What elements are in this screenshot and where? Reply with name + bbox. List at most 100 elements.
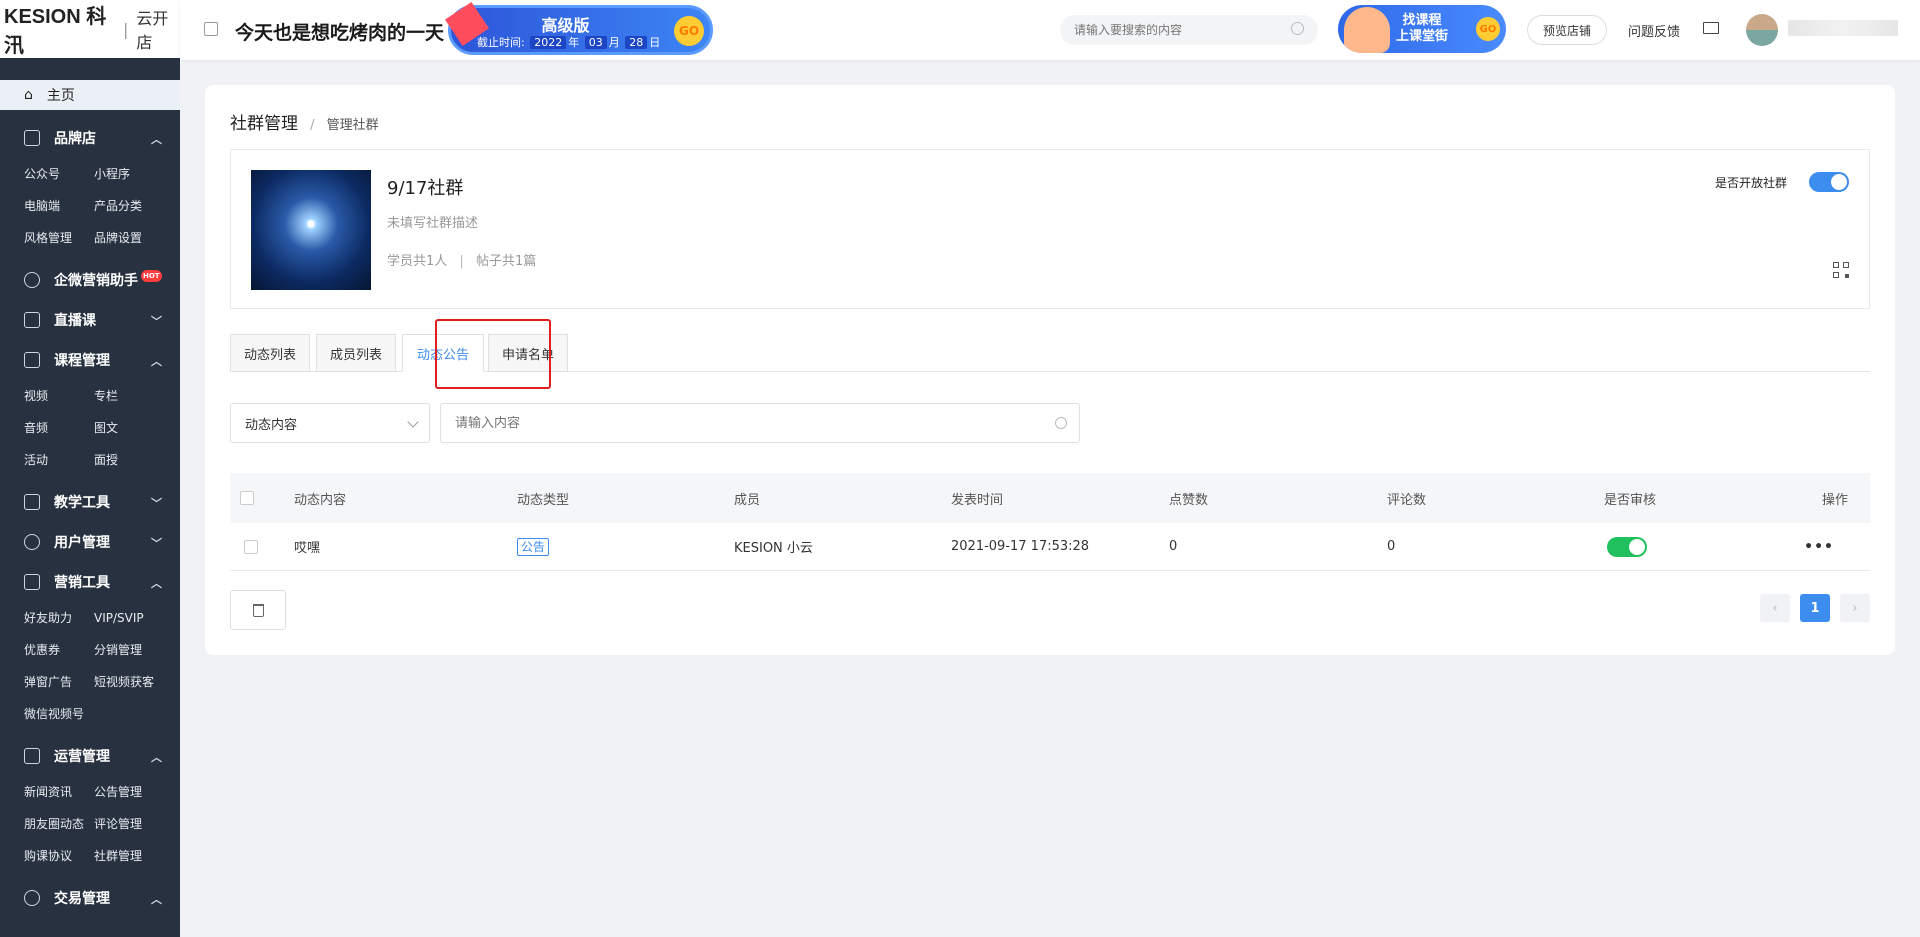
store-title: 今天也是想吃烤肉的一天 xyxy=(235,22,445,44)
next-page-button[interactable]: › xyxy=(1840,594,1870,622)
sidebar-group-label: 品牌店 xyxy=(54,131,96,147)
course-street-banner[interactable]: 找课程 上课堂街 GO xyxy=(1338,5,1506,53)
sidebar-item-article[interactable]: 图文 xyxy=(94,412,164,444)
delete-button[interactable] xyxy=(230,590,286,630)
sidebar-item-moments[interactable]: 朋友圈动态 xyxy=(24,808,94,840)
breadcrumb-root[interactable]: 社群管理 xyxy=(230,114,298,134)
sidebar-item-wechat-channel[interactable]: 微信视频号 xyxy=(24,698,94,730)
sidebar-item-product-category[interactable]: 产品分类 xyxy=(94,190,164,222)
sidebar-item-style[interactable]: 风格管理 xyxy=(24,222,94,254)
sidebar-item-vip[interactable]: VIP/SVIP xyxy=(94,602,164,634)
sidebar: KESION 科汛 | 云开店 ⌂ 主页 品牌店 ︿ 公众号 小程序 电脑端 产… xyxy=(0,0,180,937)
preview-store-button[interactable]: 预览店铺 xyxy=(1527,15,1607,45)
sidebar-item-short-video[interactable]: 短视频获客 xyxy=(94,666,164,698)
sidebar-item-video[interactable]: 视频 xyxy=(24,380,94,412)
search-icon[interactable] xyxy=(1055,417,1067,429)
post-count: 帖子共1篇 xyxy=(475,254,537,269)
course-go-button[interactable]: GO xyxy=(1476,17,1500,41)
row-likes: 0 xyxy=(1169,539,1178,554)
filter-search xyxy=(440,403,1080,443)
sidebar-item-official-account[interactable]: 公众号 xyxy=(24,158,94,190)
sidebar-item-agreement[interactable]: 购课协议 xyxy=(24,840,94,872)
sidebar-item-brand-settings[interactable]: 品牌设置 xyxy=(94,222,164,254)
logo-brand: KESION 科汛 xyxy=(4,6,107,57)
chat-icon xyxy=(24,272,40,288)
sidebar-item-distribution[interactable]: 分销管理 xyxy=(94,634,164,666)
pro-edition-banner[interactable]: 高级版 截止时间: 2022 年 03 月 28 日 GO xyxy=(445,2,713,55)
sidebar-group-wecom-assistant[interactable]: 企微营销助手 HOT xyxy=(0,260,180,300)
search-icon[interactable] xyxy=(1291,22,1304,35)
col-comments: 评论数 xyxy=(1387,492,1427,508)
sidebar-item-coupon[interactable]: 优惠券 xyxy=(24,634,94,666)
dynamic-table: 动态内容 动态类型 成员 发表时间 点赞数 评论数 是否审核 操作 哎嘿 公告 … xyxy=(230,473,1870,571)
expire-year: 2022 xyxy=(530,36,567,49)
tab-dynamic-list[interactable]: 动态列表 xyxy=(230,334,310,372)
sidebar-group-operations[interactable]: 运营管理 ︿ xyxy=(0,736,180,776)
mascot-icon xyxy=(1344,7,1390,53)
community-desc: 未填写社群描述 xyxy=(387,216,479,231)
prev-page-button[interactable]: ‹ xyxy=(1760,594,1790,622)
qr-corner xyxy=(1845,274,1849,278)
col-approved: 是否审核 xyxy=(1604,492,1657,508)
sidebar-group-label: 直播课 xyxy=(54,313,96,329)
table-row: 哎嘿 公告 KESION 小云 2021-09-17 17:53:28 0 0 … xyxy=(230,523,1870,571)
col-likes: 点赞数 xyxy=(1169,492,1209,508)
sidebar-group-marketing[interactable]: 营销工具 ︿ xyxy=(0,562,180,602)
sidebar-group-live[interactable]: 直播课 ﹀ xyxy=(0,300,180,340)
sidebar-item-news[interactable]: 新闻资讯 xyxy=(24,776,94,808)
qrcode-icon[interactable] xyxy=(1833,262,1849,278)
community-cover-image xyxy=(251,170,371,290)
header-search-input[interactable] xyxy=(1074,23,1284,37)
more-actions-icon[interactable]: ••• xyxy=(1804,539,1834,555)
sidebar-item-notice[interactable]: 公告管理 xyxy=(94,776,164,808)
row-checkbox[interactable] xyxy=(244,539,258,554)
sidebar-group-trade[interactable]: 交易管理 ︿ xyxy=(0,878,180,918)
select-all-checkbox[interactable] xyxy=(240,491,254,505)
sidebar-item-label: 主页 xyxy=(46,88,75,104)
col-type: 动态类型 xyxy=(517,492,570,508)
sidebar-item-offline[interactable]: 面授 xyxy=(94,444,164,476)
sidebar-item-home[interactable]: ⌂ 主页 xyxy=(0,80,180,110)
user-name-blurred[interactable] xyxy=(1788,20,1898,36)
pagination: ‹ 1 › xyxy=(1760,594,1870,622)
sidebar-group-brand-store[interactable]: 品牌店 ︿ xyxy=(0,118,180,158)
expire-day: 28 xyxy=(625,36,648,49)
community-name: 9/17社群 xyxy=(387,178,464,199)
filter-search-input[interactable] xyxy=(455,415,1035,431)
chevron-down-icon xyxy=(407,416,419,428)
table-header: 动态内容 动态类型 成员 发表时间 点赞数 评论数 是否审核 操作 xyxy=(230,473,1870,523)
filter-field-select[interactable]: 动态内容 xyxy=(230,403,430,443)
sidebar-item-column[interactable]: 专栏 xyxy=(94,380,164,412)
top-header: 今天也是想吃烤肉的一天 高级版 截止时间: 2022年 03月 28日 GO 找… xyxy=(180,0,1920,60)
tab-member-list[interactable]: 成员列表 xyxy=(316,334,396,372)
approve-toggle[interactable] xyxy=(1607,537,1647,557)
open-community-toggle[interactable] xyxy=(1809,172,1849,192)
sidebar-group-course[interactable]: 课程管理 ︿ xyxy=(0,340,180,380)
sidebar-group-label: 教学工具 xyxy=(54,495,110,511)
logo[interactable]: KESION 科汛 | 云开店 xyxy=(0,0,180,58)
mail-icon[interactable] xyxy=(1703,22,1719,34)
sidebar-item-friend-help[interactable]: 好友助力 xyxy=(24,602,94,634)
col-content: 动态内容 xyxy=(294,492,347,508)
sidebar-item-pc[interactable]: 电脑端 xyxy=(24,190,94,222)
sidebar-item-community[interactable]: 社群管理 xyxy=(94,840,164,872)
chevron-down-icon: ﹀ xyxy=(151,497,162,510)
sidebar-group-user[interactable]: 用户管理 ﹀ xyxy=(0,522,180,562)
sidebar-item-activity[interactable]: 活动 xyxy=(24,444,94,476)
collapse-menu-icon[interactable] xyxy=(204,22,218,36)
sidebar-group-label: 营销工具 xyxy=(54,575,110,591)
avatar[interactable] xyxy=(1746,14,1778,46)
sidebar-group-teaching-tools[interactable]: 教学工具 ﹀ xyxy=(0,482,180,522)
edition-name: 高级版 xyxy=(541,16,590,35)
col-time: 发表时间 xyxy=(951,492,1004,508)
chevron-up-icon: ︿ xyxy=(151,751,162,764)
feedback-link[interactable]: 问题反馈 xyxy=(1628,21,1680,40)
go-button[interactable]: GO xyxy=(674,16,704,46)
sidebar-item-mini-program[interactable]: 小程序 xyxy=(94,158,164,190)
row-member: KESION 小云 xyxy=(734,541,813,556)
course-banner-line1: 找课程 xyxy=(1402,13,1442,28)
sidebar-item-popup-ad[interactable]: 弹窗广告 xyxy=(24,666,94,698)
sidebar-item-comments[interactable]: 评论管理 xyxy=(94,808,164,840)
page-number[interactable]: 1 xyxy=(1800,594,1830,622)
sidebar-item-audio[interactable]: 音频 xyxy=(24,412,94,444)
